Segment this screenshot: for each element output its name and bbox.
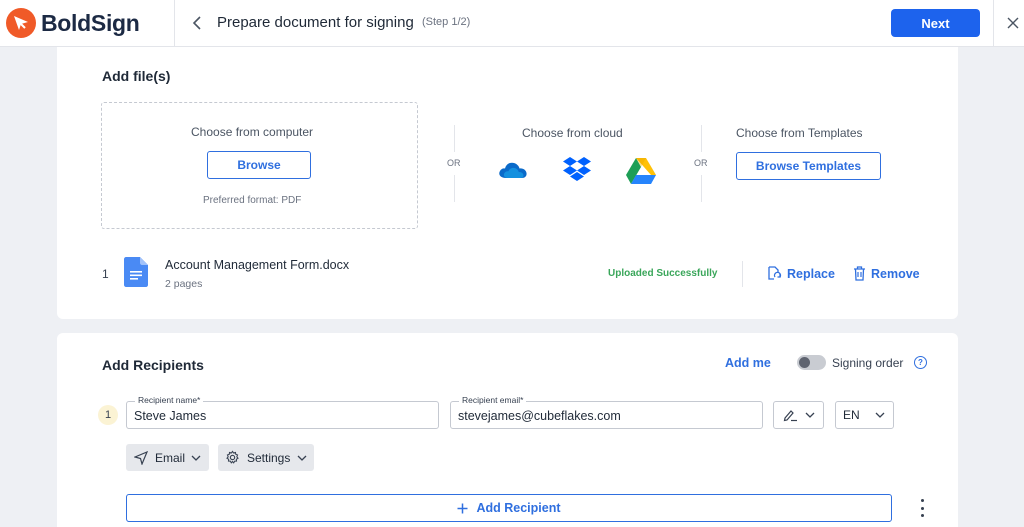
onedrive-icon[interactable]: [497, 160, 529, 185]
plus-icon: [457, 503, 468, 513]
header-divider: [174, 0, 175, 47]
top-bar: BoldSign Prepare document for signing (S…: [0, 0, 1024, 47]
recipient-name-label: Recipient name*: [135, 395, 204, 405]
step-indicator: (Step 1/2): [422, 16, 471, 28]
close-button[interactable]: [1003, 13, 1023, 33]
file-index: 1: [102, 267, 109, 281]
more-options-icon[interactable]: [915, 499, 929, 517]
replace-icon: [768, 266, 782, 280]
divider: [742, 261, 743, 287]
divider: [701, 125, 702, 152]
settings-dropdown[interactable]: Settings: [218, 444, 314, 471]
recipient-name-field[interactable]: Recipient name* Steve James: [126, 395, 439, 429]
remove-button[interactable]: Remove: [853, 266, 920, 281]
boldsign-logo[interactable]: BoldSign: [6, 8, 140, 38]
add-recipient-label: Add Recipient: [476, 501, 561, 515]
recipient-index: 1: [98, 405, 118, 425]
upload-dropzone[interactable]: Choose from computer Browse Preferred fo…: [101, 102, 418, 229]
add-files-title: Add file(s): [102, 68, 171, 84]
brand-name: BoldSign: [41, 9, 140, 36]
divider: [701, 175, 702, 202]
language-dropdown[interactable]: EN: [835, 401, 894, 429]
signing-order-label: Signing order: [832, 356, 904, 370]
toggle-knob: [799, 357, 810, 368]
recipient-email-label: Recipient email*: [459, 395, 527, 405]
chevron-down-icon: [297, 455, 307, 461]
delivery-method-label: Email: [155, 450, 186, 465]
settings-label: Settings: [247, 450, 291, 465]
replace-button[interactable]: Replace: [767, 266, 835, 281]
close-icon: [1007, 17, 1019, 29]
choose-cloud-label: Choose from cloud: [522, 126, 623, 140]
file-name: Account Management Form.docx: [165, 258, 350, 272]
google-drive-icon[interactable]: [625, 157, 657, 190]
chevron-down-icon: [191, 455, 201, 461]
choose-computer-label: Choose from computer: [191, 125, 314, 139]
help-icon[interactable]: ?: [914, 356, 927, 369]
recipient-name-value: Steve James: [134, 409, 207, 423]
add-me-link[interactable]: Add me: [725, 356, 771, 370]
divider: [454, 175, 455, 202]
back-button[interactable]: [186, 12, 208, 34]
recipient-email-value: stevejames@cubeflakes.com: [458, 409, 621, 423]
signer-pen-icon: [783, 410, 797, 422]
upload-status: Uploaded Successfully: [608, 268, 718, 279]
chevron-down-icon: [875, 412, 885, 418]
next-button[interactable]: Next: [891, 9, 980, 37]
recipient-role-dropdown[interactable]: [773, 401, 824, 429]
choose-templates-label: Choose from Templates: [736, 126, 863, 140]
google-docs-file-icon: [124, 257, 148, 292]
preferred-format-hint: Preferred format: PDF: [203, 195, 302, 206]
dropbox-icon[interactable]: [562, 156, 592, 189]
send-icon: [134, 450, 148, 465]
add-recipients-card: Add Recipients Add me Signing order ? 1 …: [57, 333, 958, 527]
gear-icon: [226, 450, 239, 464]
header-divider: [993, 0, 994, 47]
divider: [454, 125, 455, 152]
browse-button[interactable]: Browse: [207, 151, 311, 179]
replace-label: Replace: [787, 266, 835, 281]
or-separator: OR: [447, 158, 461, 168]
add-recipient-button[interactable]: Add Recipient: [126, 494, 892, 522]
language-value: EN: [843, 408, 860, 422]
boldsign-logo-icon: [6, 8, 36, 38]
chevron-left-icon: [192, 16, 201, 30]
or-separator: OR: [694, 158, 708, 168]
page-title: Prepare document for signing: [217, 14, 414, 31]
add-recipients-title: Add Recipients: [102, 357, 204, 373]
trash-icon: [854, 266, 865, 281]
signing-order-toggle[interactable]: [797, 355, 826, 370]
file-page-count: 2 pages: [165, 278, 203, 290]
delivery-method-dropdown[interactable]: Email: [126, 444, 209, 471]
recipient-email-field[interactable]: Recipient email* stevejames@cubeflakes.c…: [450, 395, 763, 429]
remove-label: Remove: [871, 266, 920, 281]
chevron-down-icon: [805, 412, 815, 418]
browse-templates-button[interactable]: Browse Templates: [736, 152, 881, 180]
add-files-card: Add file(s) Choose from computer Browse …: [57, 47, 958, 319]
